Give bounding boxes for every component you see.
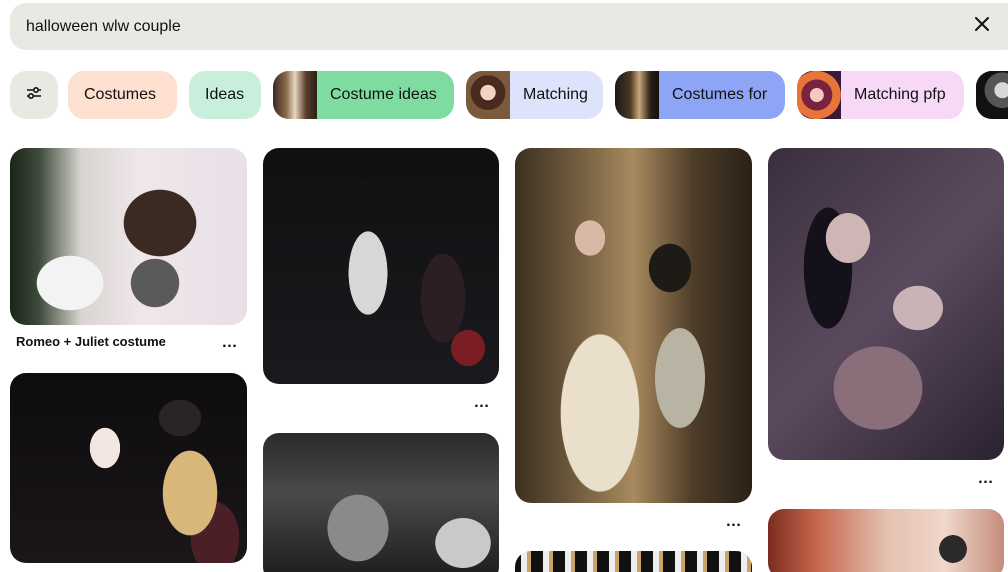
chip-label: Costumes (84, 86, 157, 103)
chip-label: Costumes for (672, 86, 768, 103)
close-icon[interactable] (970, 12, 994, 36)
pin-image[interactable] (515, 551, 752, 572)
more-options-icon[interactable]: … (218, 335, 242, 354)
chip-thumbnail (976, 71, 1008, 119)
chip-thumbnail (466, 71, 510, 119)
pin-image[interactable] (263, 148, 499, 384)
pin-image[interactable] (768, 509, 1004, 572)
chip-label: Costume ideas (330, 86, 437, 103)
pin-image[interactable] (10, 148, 247, 325)
pin-image[interactable] (263, 433, 499, 572)
chip-label: Matching pfp (854, 86, 946, 103)
chip-costume-ideas[interactable]: Costume ideas (273, 71, 454, 119)
filter-chips-row: Costumes Ideas Costume ideas Matching Co… (10, 71, 1008, 119)
chip-thumbnail (797, 71, 841, 119)
pin-image[interactable] (515, 148, 752, 503)
more-options-icon[interactable]: … (470, 395, 494, 414)
chip-costumes[interactable]: Costumes (68, 71, 177, 119)
chip-label: Ideas (205, 86, 245, 103)
chip-matching[interactable]: Matching (466, 71, 603, 119)
chip-label: Matching (523, 86, 588, 103)
more-options-icon[interactable]: … (974, 471, 998, 490)
pin-image[interactable] (768, 148, 1004, 460)
chip-thumbnail (615, 71, 659, 119)
more-options-icon[interactable]: … (722, 514, 746, 533)
chip-partial[interactable] (976, 71, 1008, 119)
chip-matching-pfp[interactable]: Matching pfp (797, 71, 964, 119)
pin-image[interactable] (10, 373, 247, 563)
search-bar[interactable]: halloween wlw couple (10, 3, 1008, 50)
chip-thumbnail (273, 71, 317, 119)
filters-button[interactable] (10, 71, 58, 119)
search-input[interactable]: halloween wlw couple (26, 18, 181, 36)
pin-title[interactable]: Romeo + Juliet costume (16, 334, 166, 349)
chip-costumes-for[interactable]: Costumes for (615, 71, 785, 119)
sliders-icon (24, 83, 44, 108)
chip-ideas[interactable]: Ideas (189, 71, 261, 119)
